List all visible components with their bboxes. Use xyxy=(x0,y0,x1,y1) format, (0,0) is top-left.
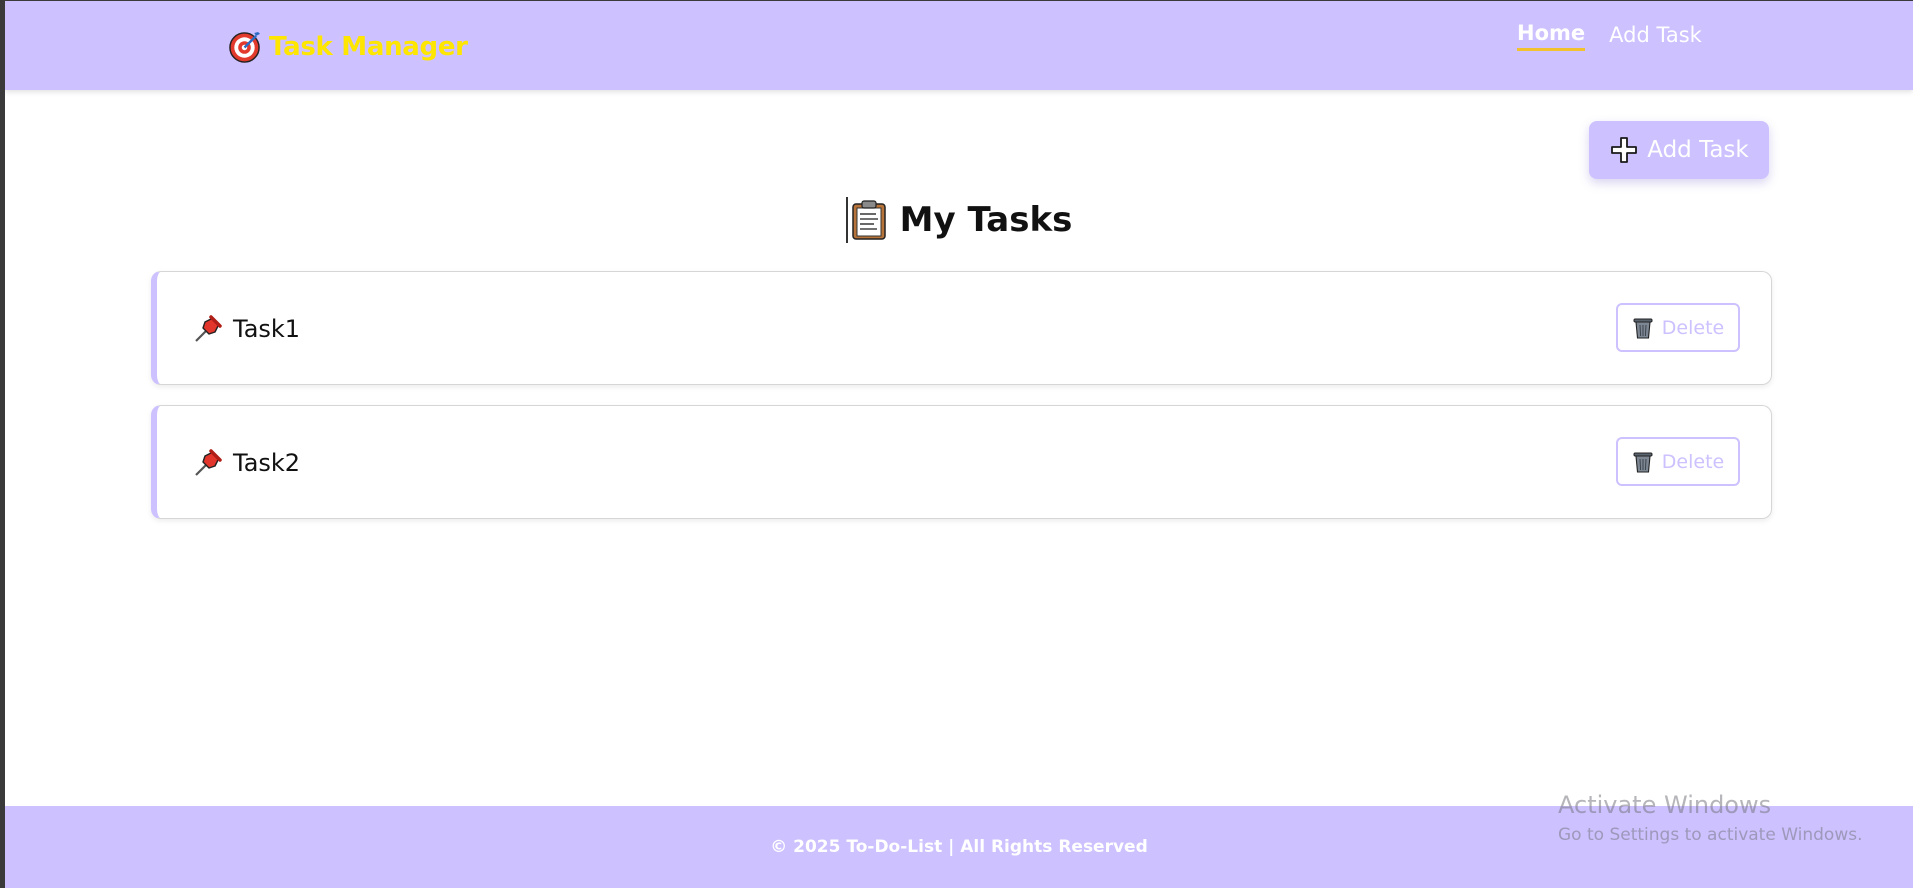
text-cursor xyxy=(845,197,848,243)
footer-copyright: © 2025 To-Do-List | All Rights Reserved xyxy=(770,837,1148,857)
trash-can-icon xyxy=(1633,452,1653,473)
page-title: My Tasks xyxy=(899,200,1073,240)
task-name: Task2 xyxy=(233,449,301,477)
main-nav: Home Add Task xyxy=(1517,21,1702,51)
add-task-button-label: Add Task xyxy=(1647,137,1749,163)
nav-home-link[interactable]: Home xyxy=(1517,21,1586,51)
pushpin-icon xyxy=(195,449,222,476)
task-label-group: Task1 xyxy=(193,314,300,344)
plus-icon xyxy=(1611,137,1638,163)
brand-title: Task Manager xyxy=(269,32,468,62)
task-name: Task1 xyxy=(233,315,301,343)
trash-can-icon xyxy=(1633,318,1653,339)
task-card: Task1 Delete xyxy=(151,271,1772,385)
task-label-group: Task2 xyxy=(193,448,300,478)
delete-task-button[interactable]: Delete xyxy=(1616,303,1740,352)
footer: © 2025 To-Do-List | All Rights Reserved xyxy=(5,806,1913,888)
delete-button-label: Delete xyxy=(1661,316,1725,339)
brand[interactable]: Task Manager xyxy=(228,29,468,65)
clipboard-icon xyxy=(851,200,886,240)
pushpin-icon xyxy=(195,315,222,342)
delete-task-button[interactable]: Delete xyxy=(1616,437,1740,486)
delete-button-label: Delete xyxy=(1661,450,1725,473)
app-page: Task Manager Home Add Task Add Task My T… xyxy=(5,1,1913,888)
task-card: Task2 Delete xyxy=(151,405,1772,519)
target-icon xyxy=(229,31,261,63)
nav-add-task-link[interactable]: Add Task xyxy=(1609,23,1702,50)
task-list: Task1 Delete Task2 Delete xyxy=(151,271,1772,539)
page-title-row: My Tasks xyxy=(5,197,1913,243)
add-task-button[interactable]: Add Task xyxy=(1589,121,1769,179)
top-navbar: Task Manager Home Add Task xyxy=(5,1,1913,90)
